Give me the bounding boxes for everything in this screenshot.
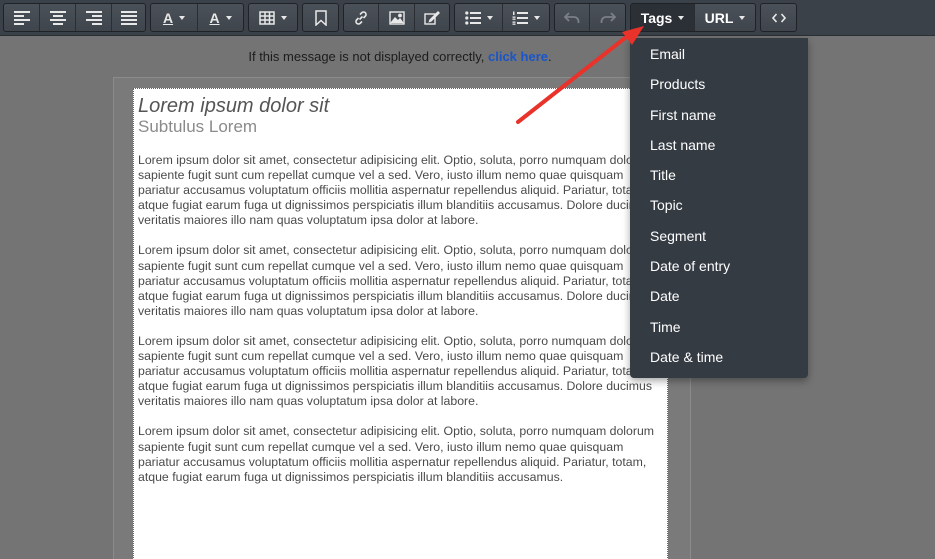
tag-item-time[interactable]: Time (630, 312, 808, 342)
list-group (454, 3, 550, 32)
tag-item-topic[interactable]: Topic (630, 190, 808, 220)
numbered-list-button[interactable] (503, 4, 549, 31)
bookmark-button[interactable] (303, 4, 338, 31)
align-left-button[interactable] (4, 4, 40, 31)
notice-suffix: . (548, 49, 552, 64)
tag-item-date-and-time[interactable]: Date & time (630, 342, 808, 372)
history-group (554, 3, 626, 32)
bullet-list-icon (464, 10, 481, 25)
tag-item-date[interactable]: Date (630, 281, 808, 311)
image-button[interactable] (379, 4, 415, 31)
tag-item-segment[interactable]: Segment (630, 221, 808, 251)
bookmark-group (302, 3, 339, 32)
table-button[interactable] (249, 4, 297, 31)
url-label: URL (704, 9, 734, 26)
image-icon (388, 10, 405, 25)
email-paragraph[interactable]: Lorem ipsum dolor sit amet, consectetur … (138, 243, 666, 318)
table-icon (259, 10, 275, 25)
chevron-down-icon (678, 15, 685, 20)
redo-icon (600, 11, 616, 23)
align-right-icon (85, 10, 102, 25)
tags-dropdown-button[interactable]: Tags (631, 4, 695, 31)
text-color-button[interactable]: A (151, 4, 198, 31)
color-group: A A (150, 3, 244, 32)
click-here-link[interactable]: click here (488, 49, 548, 64)
tag-item-date-of-entry[interactable]: Date of entry (630, 251, 808, 281)
highlight-color-icon: A (209, 9, 220, 26)
link-icon (355, 10, 367, 25)
align-left-icon (13, 10, 30, 25)
numbered-list-icon (512, 11, 528, 25)
table-group (248, 3, 298, 32)
email-subtitle[interactable]: Subtulus Lorem (138, 117, 663, 137)
bullet-list-button[interactable] (455, 4, 503, 31)
edit-icon (424, 10, 440, 25)
chevron-down-icon (739, 15, 746, 20)
email-paragraph[interactable]: Lorem ipsum dolor sit amet, consectetur … (138, 153, 666, 228)
align-center-icon (49, 10, 66, 25)
undo-button[interactable] (555, 4, 590, 31)
align-center-button[interactable] (40, 4, 76, 31)
notice-text: If this message is not displayed correct… (248, 49, 488, 64)
tags-label: Tags (640, 9, 673, 26)
undo-icon (564, 11, 580, 23)
tag-item-title[interactable]: Title (630, 160, 808, 190)
code-group (760, 3, 797, 32)
bookmark-icon (314, 9, 327, 26)
align-justify-button[interactable] (112, 4, 145, 31)
highlight-color-button[interactable]: A (198, 4, 243, 31)
align-right-button[interactable] (76, 4, 112, 31)
merge-tags-group: Tags URL (630, 3, 756, 32)
text-color-icon: A (162, 9, 174, 26)
edit-button[interactable] (415, 4, 449, 31)
email-title[interactable]: Lorem ipsum dolor sit (138, 95, 663, 117)
code-view-button[interactable] (761, 4, 796, 31)
alignment-group (3, 3, 146, 32)
editor-toolbar: A A Tags URL (0, 0, 935, 36)
tag-item-last-name[interactable]: Last name (630, 130, 808, 160)
align-justify-icon (120, 10, 137, 25)
tag-item-email[interactable]: Email (630, 39, 808, 69)
code-icon (771, 12, 786, 23)
email-paragraph[interactable]: Lorem ipsum dolor sit amet, consectetur … (138, 424, 666, 484)
insert-group (343, 3, 450, 32)
redo-button[interactable] (590, 4, 625, 31)
tag-item-first-name[interactable]: First name (630, 100, 808, 130)
tags-dropdown-menu: Email Products First name Last name Titl… (630, 38, 808, 378)
tag-item-products[interactable]: Products (630, 69, 808, 99)
url-dropdown-button[interactable]: URL (695, 4, 755, 31)
email-body[interactable]: Lorem ipsum dolor sit Subtulus Lorem Lor… (133, 88, 668, 559)
email-paragraph[interactable]: Lorem ipsum dolor sit amet, consectetur … (138, 334, 666, 409)
link-button[interactable] (344, 4, 379, 31)
